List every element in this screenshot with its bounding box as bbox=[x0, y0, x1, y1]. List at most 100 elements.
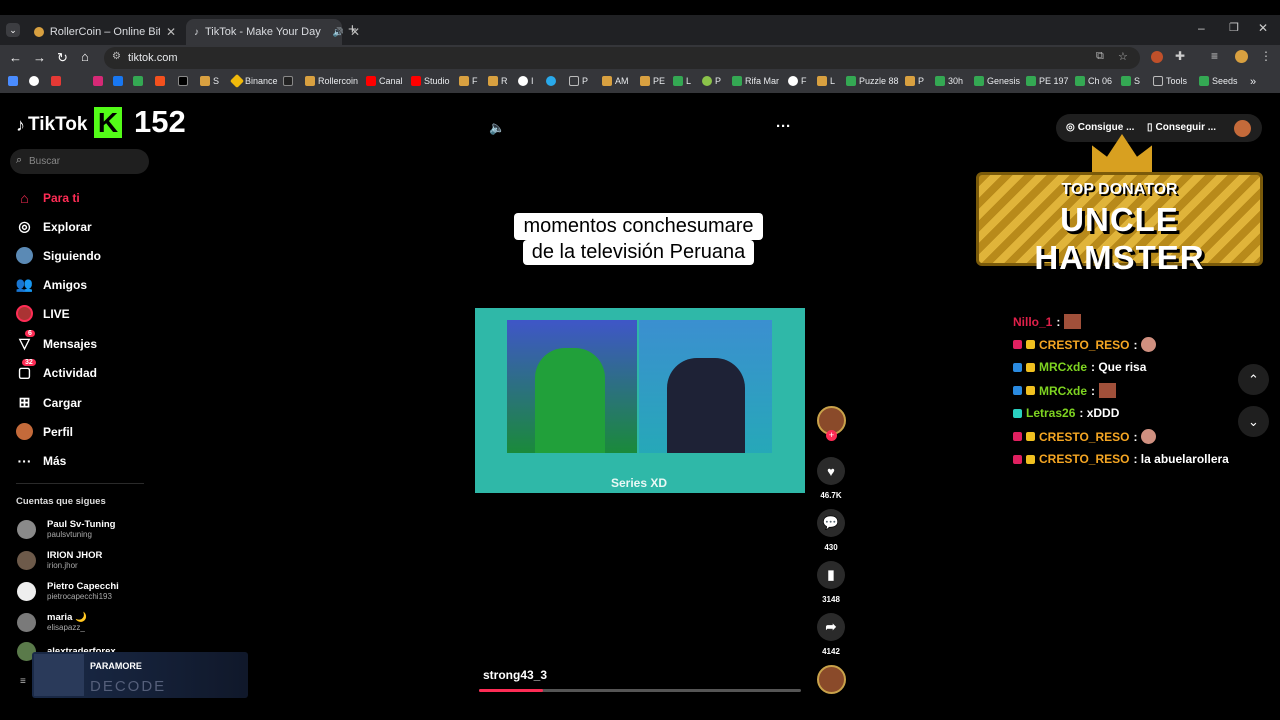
bookmark-icon-only[interactable] bbox=[93, 76, 103, 86]
tab-list-icon[interactable]: ≡ bbox=[1211, 49, 1218, 63]
bookmark-icon-only[interactable] bbox=[133, 76, 143, 86]
speaker-icon[interactable]: 🔊 bbox=[333, 27, 344, 38]
bookmark[interactable]: 30h bbox=[935, 76, 963, 86]
volume-icon[interactable]: 🔈 bbox=[489, 120, 505, 136]
following-account[interactable]: Paul Sv-Tuning paulsvtuning bbox=[17, 519, 115, 539]
close-icon[interactable]: ✕ bbox=[166, 25, 176, 39]
bookmark-icon-only[interactable] bbox=[29, 76, 39, 86]
nav-amigos[interactable]: 👥 Amigos bbox=[16, 276, 87, 293]
bookmark[interactable]: P bbox=[702, 76, 721, 86]
bookmark[interactable]: P bbox=[905, 76, 924, 86]
forward-icon[interactable]: → bbox=[33, 50, 46, 65]
bookmark[interactable]: Tools bbox=[1153, 76, 1187, 86]
bookmark[interactable]: Canal bbox=[366, 76, 403, 86]
video-presenter bbox=[535, 348, 605, 453]
get-coins-button[interactable]: ◎ Consigue ... bbox=[1066, 122, 1134, 133]
next-video-button[interactable]: ⌄ bbox=[1238, 406, 1269, 437]
tab-tiktok[interactable]: ♪ TikTok - Make Your Day 🔊 ✕ bbox=[186, 19, 360, 45]
music-disc-icon[interactable] bbox=[817, 665, 846, 694]
save-count: 3148 bbox=[822, 595, 840, 604]
minimize-button[interactable]: – bbox=[1198, 21, 1205, 35]
bookmark-label: PE bbox=[653, 76, 666, 86]
bookmark[interactable]: AM bbox=[602, 76, 629, 86]
nav-siguiendo[interactable]: Siguiendo bbox=[16, 247, 101, 264]
bookmark[interactable]: Genesis bbox=[974, 76, 1020, 86]
profile-icon[interactable] bbox=[1235, 50, 1248, 63]
video-player[interactable]: Series XD bbox=[475, 308, 805, 493]
bookmark[interactable]: I bbox=[518, 76, 534, 86]
search-box[interactable]: ⌕ Buscar bbox=[10, 149, 149, 174]
comment-action[interactable]: 💬 430 bbox=[817, 509, 845, 552]
address-bar[interactable]: ⚙ tiktok.com ⧉ ☆ bbox=[104, 47, 1140, 69]
bookmark[interactable]: R bbox=[488, 76, 508, 86]
nav-live[interactable]: LIVE bbox=[16, 305, 70, 322]
nav-mensajes[interactable]: ▽ 6 Mensajes bbox=[16, 330, 97, 352]
menu-icon[interactable]: ⋮ bbox=[1260, 49, 1272, 63]
like-action[interactable]: ♥ 46.7K bbox=[817, 457, 845, 500]
bookmark[interactable]: Rollercoin bbox=[305, 76, 358, 86]
new-tab-button[interactable]: + bbox=[348, 21, 357, 38]
following-account[interactable]: IRION JHOR irion.jhor bbox=[17, 550, 102, 570]
bookmark-label: PE 197 bbox=[1039, 76, 1069, 86]
bookmark[interactable]: L bbox=[673, 76, 691, 86]
bookmark[interactable]: S bbox=[1121, 76, 1140, 86]
bookmark-label: F bbox=[472, 76, 478, 86]
user-avatar[interactable] bbox=[1234, 120, 1251, 137]
bookmark[interactable]: L bbox=[817, 76, 835, 86]
account-handle: elisapazz_ bbox=[47, 623, 85, 632]
list-icon[interactable]: ≡ bbox=[20, 676, 26, 687]
bookmark-icon-only[interactable] bbox=[155, 76, 165, 86]
bookmark[interactable]: F bbox=[459, 76, 478, 86]
star-icon[interactable]: ☆ bbox=[1118, 50, 1128, 63]
bookmark[interactable]: Puzzle 88 bbox=[846, 76, 899, 86]
bookmark[interactable]: Rifa Mar bbox=[732, 76, 779, 86]
bookmark-icon-only[interactable] bbox=[113, 76, 123, 86]
nav-label: Para ti bbox=[43, 190, 80, 205]
reload-icon[interactable]: ↻ bbox=[57, 50, 68, 66]
bookmark[interactable]: PE bbox=[640, 76, 665, 86]
bookmark[interactable]: P bbox=[569, 76, 588, 86]
nav-explorar[interactable]: ◎ Explorar bbox=[16, 218, 91, 235]
nav-para-ti[interactable]: ⌂ Para ti bbox=[16, 189, 80, 206]
save-action[interactable]: ▮ 3148 bbox=[817, 561, 845, 604]
tab-rollercoin[interactable]: RollerCoin – Online Bitcoin Mi ✕ bbox=[26, 19, 184, 45]
sheets-icon bbox=[1026, 76, 1036, 86]
bookmark[interactable]: Seeds bbox=[1199, 76, 1238, 86]
bookmark-icon-only[interactable] bbox=[8, 76, 18, 86]
following-account[interactable]: Pietro Capecchi pietrocapecchi193 bbox=[17, 581, 119, 601]
bookmark[interactable]: Ch 06 bbox=[1075, 76, 1112, 86]
bookmark-icon-only[interactable] bbox=[283, 76, 293, 86]
bookmark[interactable]: Binance bbox=[229, 73, 278, 89]
bookmark-icon-only[interactable] bbox=[178, 76, 188, 86]
share-action[interactable]: ➦ 4142 bbox=[817, 613, 845, 656]
more-options-icon[interactable]: ··· bbox=[776, 118, 791, 135]
progress-track[interactable] bbox=[479, 689, 801, 692]
tab-search-button[interactable]: ⌄ bbox=[6, 23, 20, 37]
nav-actividad[interactable]: ▢ 32 Actividad bbox=[16, 359, 97, 381]
bookmark-icon-only[interactable] bbox=[546, 76, 556, 86]
bookmark[interactable]: F bbox=[788, 76, 807, 86]
previous-video-button[interactable]: ⌃ bbox=[1238, 364, 1269, 395]
install-icon[interactable]: ⧉ bbox=[1096, 50, 1104, 63]
nav-cargar[interactable]: ⊞ Cargar bbox=[16, 394, 82, 411]
nav-mas[interactable]: ··· Más bbox=[16, 452, 67, 469]
bookmark[interactable]: Studio bbox=[411, 76, 450, 86]
extensions-icon[interactable]: ✚ bbox=[1175, 49, 1185, 63]
following-account[interactable]: maria 🌙 elisapazz_ bbox=[17, 612, 87, 632]
get-app-button[interactable]: ▯ Conseguir ... bbox=[1147, 122, 1216, 133]
restore-button[interactable]: ❐ bbox=[1229, 21, 1239, 34]
site-info-icon[interactable]: ⚙ bbox=[112, 51, 121, 62]
back-icon[interactable]: ← bbox=[9, 50, 22, 65]
bookmark-icon-only[interactable] bbox=[51, 76, 61, 86]
tiktok-logo[interactable]: ♪ TikTok bbox=[16, 114, 87, 136]
video-author[interactable]: strong43_3 bbox=[483, 668, 547, 682]
bookmark[interactable]: S bbox=[200, 76, 219, 86]
chat-user: CRESTO_RESO bbox=[1039, 429, 1130, 444]
extension-fox-icon[interactable] bbox=[1151, 51, 1163, 63]
home-icon[interactable]: ⌂ bbox=[81, 49, 89, 64]
follow-plus-icon[interactable]: + bbox=[826, 430, 837, 441]
close-window-button[interactable]: ✕ bbox=[1258, 21, 1268, 35]
bookmark[interactable]: PE 197 bbox=[1026, 76, 1069, 86]
nav-perfil[interactable]: Perfil bbox=[16, 423, 73, 440]
more-bookmarks-icon[interactable]: » bbox=[1250, 76, 1256, 88]
